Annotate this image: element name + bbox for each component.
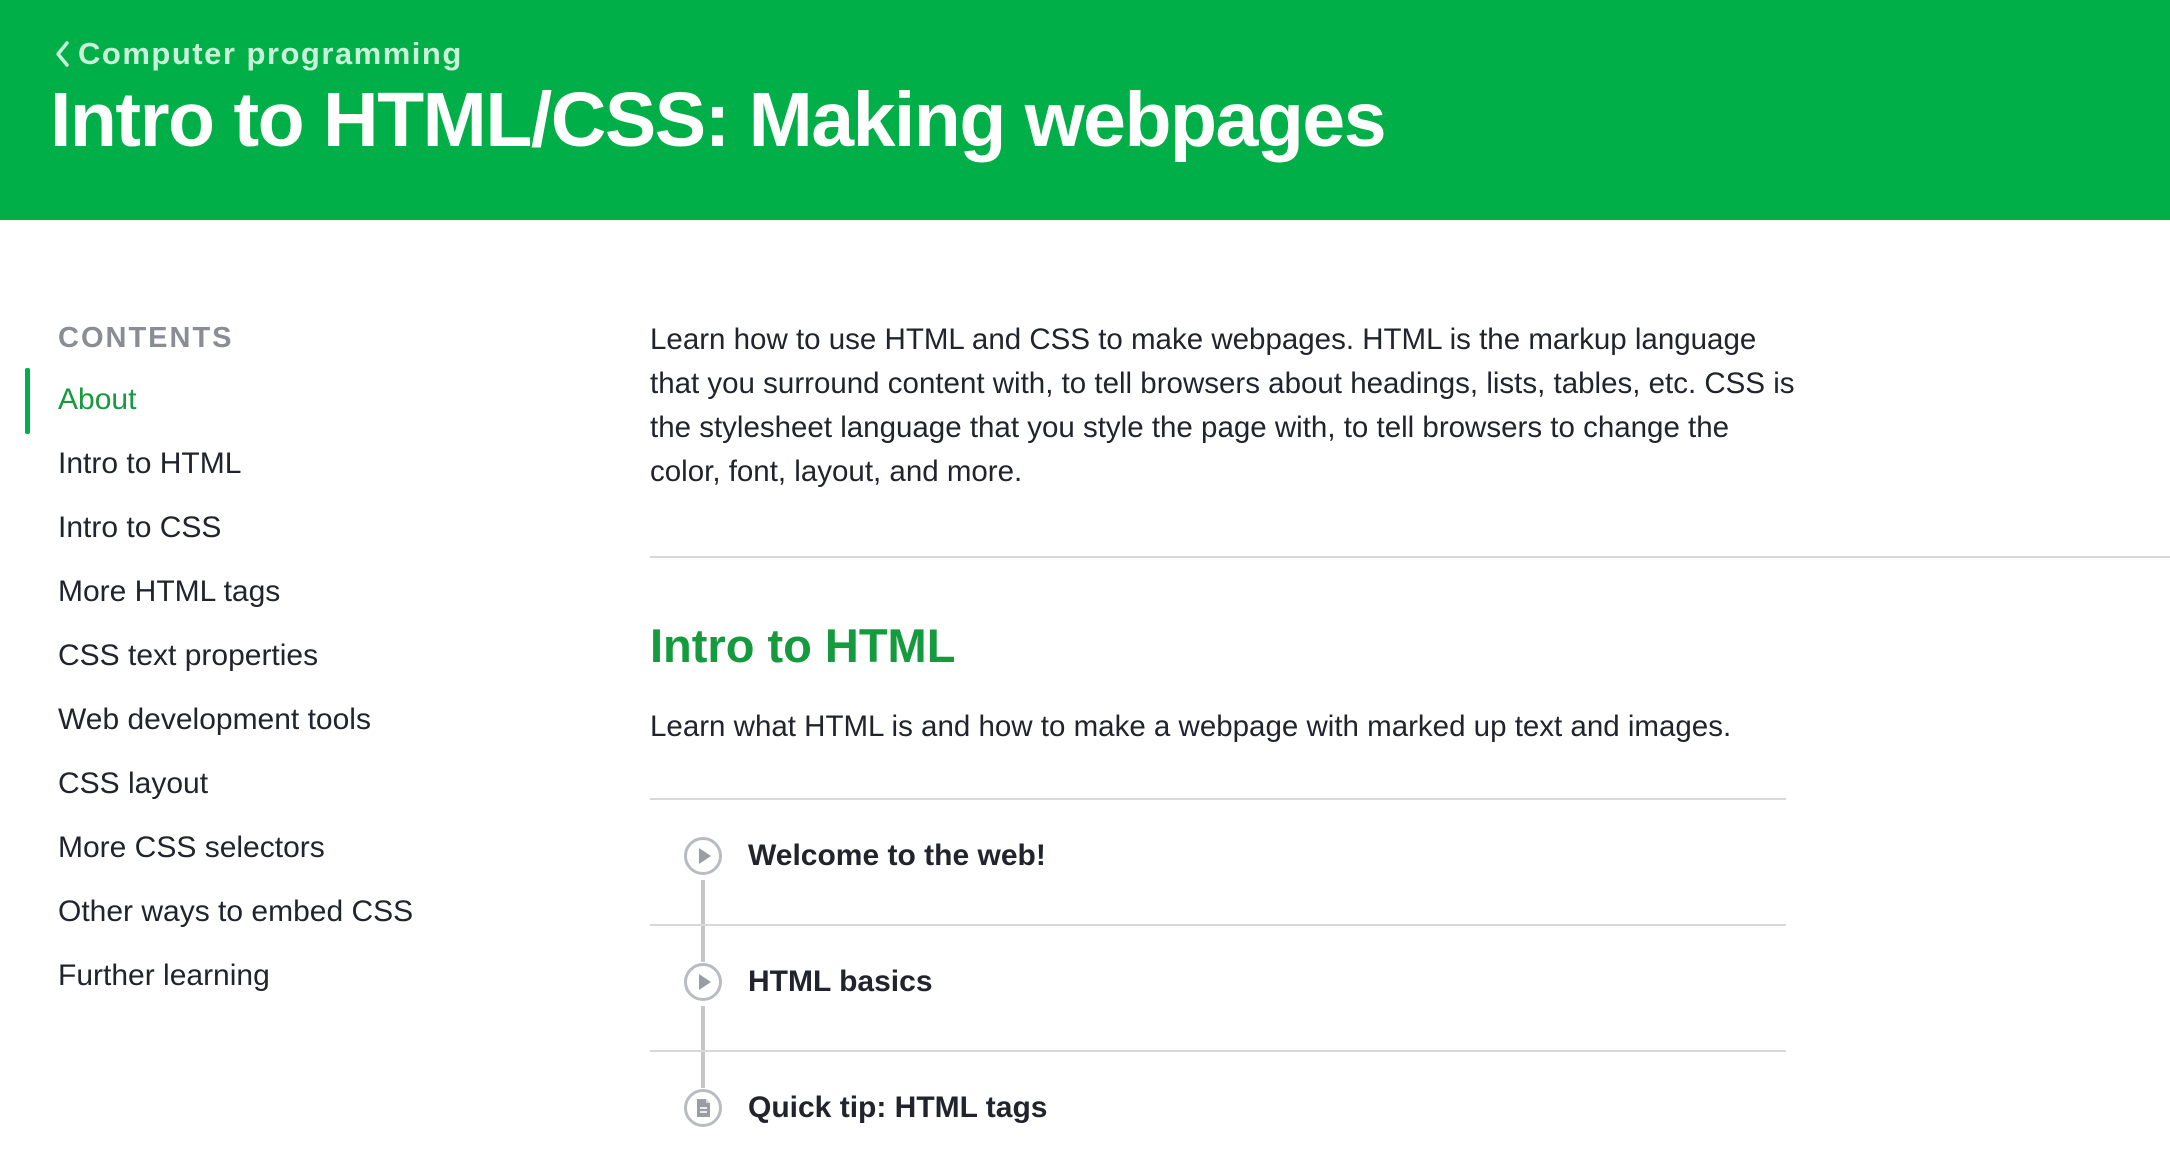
lesson-list: Welcome to the web! HTML basics Quick ti… [650, 798, 1786, 1176]
sidebar-item-further-learning[interactable]: Further learning [0, 944, 413, 1008]
lesson-item-welcome-to-the-web[interactable]: Welcome to the web! [650, 798, 1786, 926]
lesson-item-html-basics[interactable]: HTML basics [650, 924, 1786, 1052]
about-description: Learn how to use HTML and CSS to make we… [650, 323, 1795, 488]
back-link-label: Computer programming [78, 36, 463, 71]
lesson-item-quick-tip-html-tags[interactable]: Quick tip: HTML tags [650, 1050, 1786, 1176]
document-icon [684, 1089, 722, 1127]
page-header: Computer programming Intro to HTML/CSS: … [0, 0, 2170, 220]
sidebar-item-intro-to-css[interactable]: Intro to CSS [0, 496, 413, 560]
chevron-left-icon [56, 41, 69, 67]
sidebar-item-web-development-tools[interactable]: Web development tools [0, 688, 413, 752]
section-description: Learn what HTML is and how to make a web… [650, 710, 1732, 743]
sidebar-item-about[interactable]: About [0, 368, 413, 434]
sidebar-item-more-html-tags[interactable]: More HTML tags [0, 560, 413, 624]
progress-rail [701, 1052, 705, 1088]
sidebar-item-other-ways-to-embed-css[interactable]: Other ways to embed CSS [0, 880, 413, 944]
lesson-title: Quick tip: HTML tags [748, 1091, 1048, 1124]
contents-list: About Intro to HTML Intro to CSS More HT… [0, 368, 413, 1008]
sidebar-item-css-layout[interactable]: CSS layout [0, 752, 413, 816]
lesson-title: Welcome to the web! [748, 839, 1046, 872]
section-divider [650, 556, 2170, 558]
sidebar-item-intro-to-html[interactable]: Intro to HTML [0, 432, 413, 496]
progress-rail [701, 1006, 705, 1052]
progress-rail [701, 880, 705, 926]
play-icon [684, 963, 722, 1001]
page-title: Intro to HTML/CSS: Making webpages [50, 77, 1387, 163]
back-link-computer-programming[interactable]: Computer programming [52, 36, 463, 72]
lesson-title: HTML basics [748, 965, 933, 998]
sidebar-item-css-text-properties[interactable]: CSS text properties [0, 624, 413, 688]
section-title-intro-to-html[interactable]: Intro to HTML [650, 618, 955, 673]
progress-rail [701, 926, 705, 962]
sidebar-item-more-css-selectors[interactable]: More CSS selectors [0, 816, 413, 880]
play-icon [684, 837, 722, 875]
contents-heading: CONTENTS [58, 322, 234, 354]
